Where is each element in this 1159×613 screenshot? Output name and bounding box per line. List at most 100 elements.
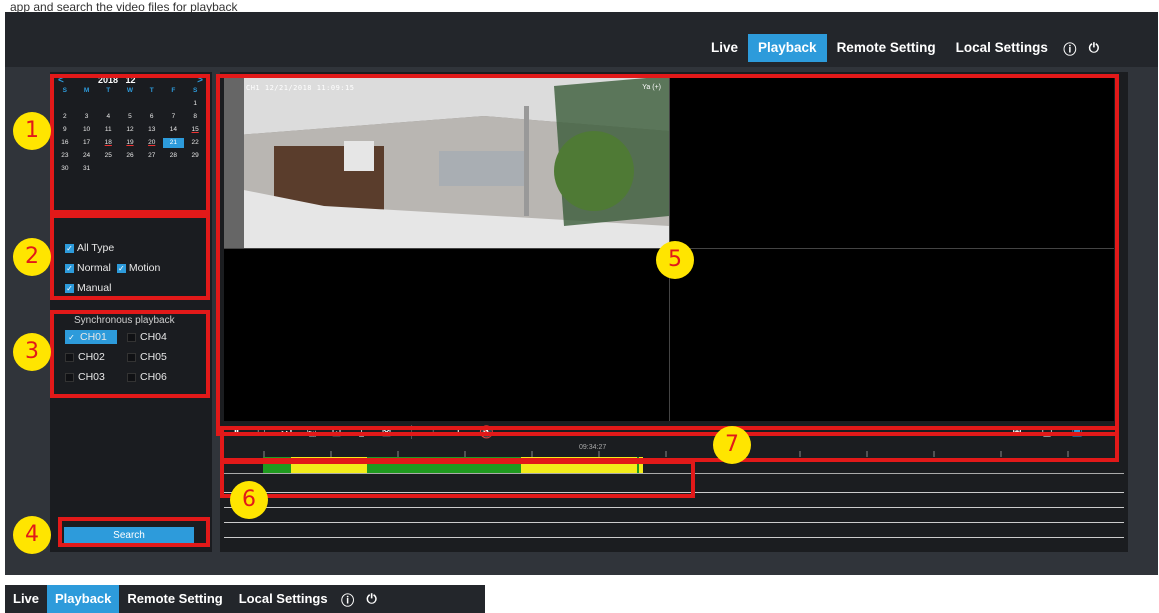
record-motion-segment[interactable]: [521, 457, 643, 474]
calendar-day[interactable]: 31: [76, 164, 98, 174]
zoom-in-icon[interactable]: ⊕: [1006, 424, 1028, 439]
checkbox-empty-icon: [65, 352, 74, 362]
channel-ch04[interactable]: CH04: [127, 330, 189, 344]
calendar-empty: [163, 164, 185, 174]
calendar-day[interactable]: 30: [54, 164, 76, 174]
filter-manual[interactable]: ✓ Manual: [65, 282, 111, 294]
nav-local-settings[interactable]: Local Settings: [946, 34, 1058, 62]
calendar-day[interactable]: 1: [184, 99, 206, 109]
channel-ch06[interactable]: CH06: [127, 370, 189, 384]
nav-playback[interactable]: Playback: [47, 585, 120, 613]
calendar-day[interactable]: 22: [184, 138, 206, 148]
calendar-day[interactable]: 6: [141, 112, 163, 122]
channel-label: CH05: [140, 351, 167, 363]
filter-motion[interactable]: ✓ Motion: [116, 262, 160, 274]
calendar-day[interactable]: 8: [184, 112, 206, 122]
record-normal-segment[interactable]: [367, 457, 521, 474]
calendar-prev-button[interactable]: <: [58, 75, 64, 86]
fullscreen-icon[interactable]: ⛶: [1096, 424, 1118, 439]
annotation-number-5: 5: [656, 241, 694, 279]
power-icon[interactable]: ⏻: [360, 591, 384, 607]
info-icon[interactable]: ⓘ: [1058, 39, 1082, 58]
calendar-day[interactable]: 21: [162, 138, 185, 148]
playback-body: < 2018 12 > S M T W T F S 1 2 3 4 5 6 7 8 9 10 11 12 13 14 15…: [5, 67, 1158, 575]
camera-view-ch1[interactable]: CH1 12/21/2018 11:09:15 Ya (+): [224, 76, 669, 248]
mute-icon[interactable]: 🔇: [474, 425, 499, 439]
pause-icon[interactable]: ⏸: [224, 425, 249, 440]
channel-label: CH01: [80, 331, 107, 343]
calendar-grid: S M T W T F S 1 2 3 4 5 6 7 8 9 10 11 12 13 14 15 16 17 18 19 20 21…: [54, 86, 206, 174]
calendar-day[interactable]: 18: [97, 138, 119, 148]
checkbox-checked-icon: ✓: [65, 243, 74, 253]
timeline-current-time: 09:34:27: [579, 444, 607, 451]
stop-icon[interactable]: □: [249, 425, 274, 439]
calendar-day[interactable]: 10: [76, 125, 98, 135]
calendar-day[interactable]: 24: [76, 151, 98, 161]
calendar-day[interactable]: 16: [54, 138, 76, 148]
info-icon[interactable]: ⓘ: [336, 590, 360, 609]
calendar-day[interactable]: 9: [54, 125, 76, 135]
snapshot-icon[interactable]: ⊡: [324, 425, 349, 439]
calendar-day[interactable]: 20: [141, 138, 163, 148]
calendar-next-button[interactable]: >: [197, 75, 203, 86]
search-button[interactable]: Search: [64, 527, 194, 545]
timeline[interactable]: 09:34:27: [224, 443, 1124, 539]
power-icon[interactable]: ⏻: [1082, 40, 1106, 56]
timeline-track: [224, 522, 1124, 523]
toolbar-divider: [411, 425, 412, 439]
stream-switch-icon[interactable]: ⊏: [449, 425, 474, 439]
speed-icon[interactable]: ⊠: [374, 425, 399, 439]
calendar-day[interactable]: 4: [97, 112, 119, 122]
annotation-number-4: 4: [13, 516, 51, 554]
calendar-day[interactable]: 19: [119, 138, 141, 148]
calendar-day[interactable]: 23: [54, 151, 76, 161]
record-type-filters: ✓ All Type ✓ Normal ✓ Motion ✓ Manual: [65, 242, 160, 302]
calendar-day[interactable]: 12: [119, 125, 141, 135]
calendar-day[interactable]: 13: [141, 125, 163, 135]
stream-icon[interactable]: ⊏: [424, 425, 449, 439]
checkbox-checked-icon: ✓: [65, 263, 74, 273]
calendar-day[interactable]: 17: [76, 138, 98, 148]
record-motion-segment[interactable]: [291, 457, 367, 474]
channel-ch02[interactable]: CH02: [65, 350, 127, 364]
timeline-cursor[interactable]: [637, 457, 639, 474]
checkbox-checked-icon: ✓: [65, 283, 74, 293]
nav-local-settings[interactable]: Local Settings: [231, 585, 336, 613]
nav-remote-setting[interactable]: Remote Setting: [827, 34, 946, 62]
quad-screen-icon[interactable]: ▣: [1066, 424, 1088, 439]
nav-live[interactable]: Live: [701, 34, 748, 62]
calendar-day[interactable]: 3: [76, 112, 98, 122]
channel-ch01[interactable]: ✓ CH01: [65, 330, 117, 344]
calendar-empty: [184, 164, 206, 174]
calendar-day[interactable]: 11: [97, 125, 119, 135]
calendar-day[interactable]: 14: [163, 125, 185, 135]
calendar-day[interactable]: 29: [184, 151, 206, 161]
calendar-weekday: W: [126, 87, 134, 94]
calendar-day[interactable]: 7: [163, 112, 185, 122]
calendar-day[interactable]: 28: [163, 151, 185, 161]
calendar-day[interactable]: 15: [184, 125, 206, 135]
calendar-empty: [119, 164, 141, 174]
channel-ch03[interactable]: CH03: [65, 370, 127, 384]
calendar-day[interactable]: 27: [141, 151, 163, 161]
top-navigation: Live Playback Remote Setting Local Setti…: [5, 12, 1158, 67]
calendar-day[interactable]: 25: [97, 151, 119, 161]
download-icon[interactable]: ⤓: [349, 425, 374, 440]
single-screen-icon[interactable]: ▢: [1036, 424, 1058, 439]
filter-normal[interactable]: ✓ Normal: [65, 262, 111, 274]
nav-playback[interactable]: Playback: [748, 34, 827, 62]
calendar-day[interactable]: 2: [54, 112, 76, 122]
record-normal-segment[interactable]: [263, 457, 291, 474]
annotation-number-7: 7: [713, 426, 751, 464]
calendar-day[interactable]: 5: [119, 112, 141, 122]
channel-list: ✓ CH01 CH04 CH02 CH05 CH03 CH06: [65, 330, 189, 384]
step-forward-icon[interactable]: ⏭: [274, 425, 299, 440]
calendar-day[interactable]: 26: [119, 151, 141, 161]
filter-all-type[interactable]: ✓ All Type: [65, 242, 114, 254]
channel-ch05[interactable]: CH05: [127, 350, 189, 364]
checkbox-empty-icon: [127, 352, 136, 362]
nav-live[interactable]: Live: [5, 585, 47, 613]
clip-icon[interactable]: ⎘: [299, 425, 324, 440]
nav-remote-setting[interactable]: Remote Setting: [119, 585, 230, 613]
synchronous-playback-label[interactable]: Synchronous playback: [74, 315, 175, 326]
